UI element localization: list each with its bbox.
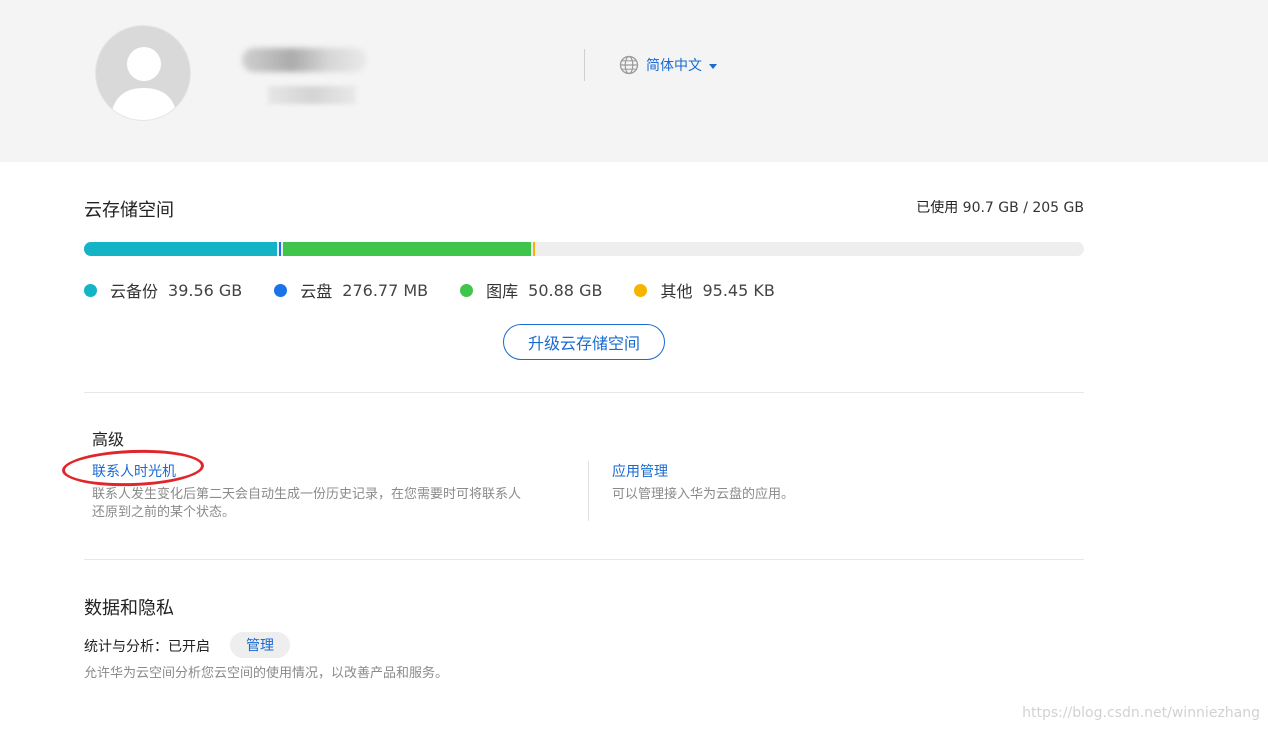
- legend-item: 其他 95.45 KB: [634, 278, 775, 302]
- storage-title: 云存储空间: [84, 200, 174, 221]
- legend-name: 其他: [660, 282, 693, 301]
- app-management-desc: 可以管理接入华为云盘的应用。: [612, 487, 795, 502]
- legend-name: 图库: [486, 282, 519, 301]
- legend-name: 云备份: [110, 282, 159, 301]
- legend-dot-icon: [460, 283, 474, 297]
- legend-item: 云备份 39.56 GB: [84, 278, 242, 302]
- legend-dot-icon: [634, 283, 648, 297]
- storage-bar-segment: [84, 242, 277, 256]
- analytics-status: 统计与分析：已开启: [84, 639, 210, 655]
- contacts-time-machine-link[interactable]: 联系人时光机: [92, 461, 176, 481]
- profile-header: 简体中文: [0, 0, 1268, 162]
- watermark: https://blog.csdn.net/winniezhang: [1022, 705, 1260, 721]
- storage-used-label: 已使用: [916, 200, 959, 216]
- storage-usage-bar: [84, 242, 1084, 256]
- storage-bar-segment: [283, 242, 531, 256]
- storage-used: 已使用 90.7 GB / 205 GB: [916, 197, 1084, 217]
- section-divider: [84, 392, 1084, 393]
- avatar[interactable]: [95, 25, 191, 121]
- upgrade-storage-button[interactable]: 升级云存储空间: [503, 324, 665, 360]
- legend-dot-icon: [274, 283, 288, 297]
- legend-amount: 39.56 GB: [168, 280, 243, 300]
- language-label: 简体中文: [646, 58, 702, 74]
- contacts-time-machine-desc: 联系人发生变化后第二天会自动生成一份历史记录，在您需要时可将联系人 还原到之前的…: [92, 486, 572, 522]
- privacy-title: 数据和隐私: [84, 598, 174, 619]
- contacts-time-machine-desc-line: 还原到之前的某个状态。: [92, 505, 236, 520]
- storage-bar-segment: [279, 242, 281, 256]
- contacts-time-machine-desc-line: 联系人发生变化后第二天会自动生成一份历史记录，在您需要时可将联系人: [92, 487, 522, 502]
- legend-amount: 50.88 GB: [528, 280, 603, 300]
- globe-icon: [619, 55, 639, 75]
- legend-amount: 95.45 KB: [702, 280, 775, 300]
- section-divider: [84, 559, 1084, 560]
- legend-amount: 276.77 MB: [342, 280, 429, 300]
- username-redacted: [242, 48, 367, 72]
- legend-item: 云盘 276.77 MB: [274, 278, 428, 302]
- storage-bar-segment: [533, 242, 535, 256]
- privacy-desc: 允许华为云空间分析您云空间的使用情况，以改善产品和服务。: [84, 666, 449, 681]
- legend-dot-icon: [84, 283, 97, 297]
- default-user-icon: [110, 47, 178, 120]
- legend-item: 图库 50.88 GB: [460, 278, 602, 302]
- card-divider: [588, 461, 589, 521]
- app-management-link[interactable]: 应用管理: [612, 461, 668, 481]
- storage-used-value: 90.7 GB / 205 GB: [962, 200, 1084, 216]
- account-id-redacted: [268, 86, 356, 104]
- language-selector[interactable]: 简体中文: [619, 55, 717, 75]
- legend-name: 云盘: [300, 282, 333, 301]
- manage-button[interactable]: 管理: [230, 632, 290, 658]
- header-divider: [584, 49, 585, 81]
- chevron-down-icon: [709, 63, 717, 69]
- advanced-title: 高级: [92, 430, 125, 449]
- storage-legend: 云备份 39.56 GB 云盘 276.77 MB 图库 50.88 GB 其他 95.45 …: [84, 278, 807, 302]
